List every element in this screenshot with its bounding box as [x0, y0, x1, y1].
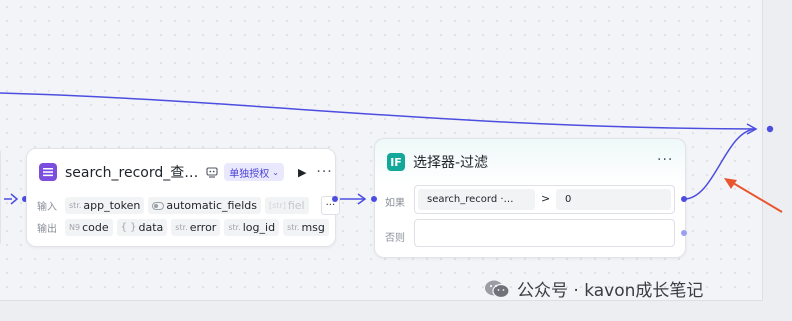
input-name: automatic_fields	[166, 199, 257, 212]
target-port[interactable]	[766, 125, 774, 133]
right-operand-text: 0	[565, 194, 572, 205]
if-icon-text: IF	[390, 155, 402, 169]
run-icon[interactable]: ▶	[298, 166, 306, 179]
condition-operator[interactable]: >	[541, 192, 550, 205]
output-type: str.	[175, 223, 188, 232]
input-label: 输入	[37, 202, 57, 213]
output-type: N9	[69, 223, 81, 232]
input-chip-automatic-fields[interactable]: automatic_fields	[148, 197, 261, 214]
wechat-icon	[484, 279, 510, 299]
output-chip-code: N9 code	[65, 219, 113, 236]
chevron-down-icon: ⌄	[272, 167, 279, 177]
list-icon	[39, 163, 57, 181]
if-selector-node[interactable]: IF 选择器-过滤 ··· 如果 search_record ·… > 0 否则	[374, 138, 686, 258]
condition-field[interactable]: search_record ·… > 0	[414, 185, 675, 214]
output-chip-error: str. error	[171, 219, 221, 236]
output-name: data	[138, 221, 164, 234]
output-label: 输出	[37, 224, 57, 235]
input-name: app_token	[83, 199, 141, 212]
input-type: str.	[69, 201, 82, 210]
output-chip-log-id: str. log_id	[224, 219, 280, 236]
else-field[interactable]	[414, 219, 675, 247]
output-type: { }	[120, 222, 137, 233]
output-name: error	[189, 221, 217, 234]
toggle-icon	[152, 201, 165, 210]
plugin-icon	[206, 163, 218, 182]
node-title: search_record_查…	[65, 165, 199, 181]
more-icon[interactable]: ···	[657, 152, 673, 168]
watermark: 公众号 · kavon成长笔记	[484, 276, 703, 301]
search-record-node[interactable]: search_record_查… 单独授权 ⌄ ▶ ··· 输入 str. ap…	[26, 148, 341, 247]
node2-input-port[interactable]	[371, 196, 377, 202]
auth-label: 单独授权	[229, 168, 270, 180]
condition-right-operand[interactable]: 0	[556, 189, 671, 210]
condition-left-operand[interactable]: search_record ·…	[418, 189, 535, 210]
node-title: 选择器-过滤	[413, 155, 489, 171]
watermark-text: 公众号 · kavon成长笔记	[517, 281, 704, 301]
node1-output-port[interactable]	[332, 196, 338, 202]
previous-node-edge[interactable]	[0, 148, 1, 247]
input-chip-app-token[interactable]: str. app_token	[65, 197, 145, 214]
input-name: fiel	[287, 199, 305, 212]
if-to-next-wire[interactable]	[683, 128, 757, 200]
left-operand-text: search_record ·…	[427, 194, 514, 205]
output-type: str.	[287, 223, 300, 232]
output-name: log_id	[242, 221, 276, 234]
input-chip-fields[interactable]: [str] fiel	[264, 197, 309, 214]
more-icon[interactable]: ···	[316, 164, 332, 180]
auth-dropdown[interactable]: 单独授权 ⌄	[224, 163, 284, 181]
if-output-port[interactable]	[681, 196, 687, 202]
output-type: str.	[228, 223, 241, 232]
input-type: [str]	[268, 201, 286, 210]
if-label: 如果	[385, 198, 405, 209]
else-label: 否则	[385, 233, 405, 244]
output-name: code	[82, 221, 109, 234]
if-icon: IF	[387, 153, 405, 171]
output-chip-msg: str. msg	[283, 219, 329, 236]
output-name: msg	[301, 221, 325, 234]
long-connection-wire[interactable]	[0, 92, 757, 130]
annotation-arrow	[727, 179, 783, 213]
else-output-port[interactable]	[681, 230, 687, 236]
output-chip-data: { } data	[116, 219, 168, 236]
